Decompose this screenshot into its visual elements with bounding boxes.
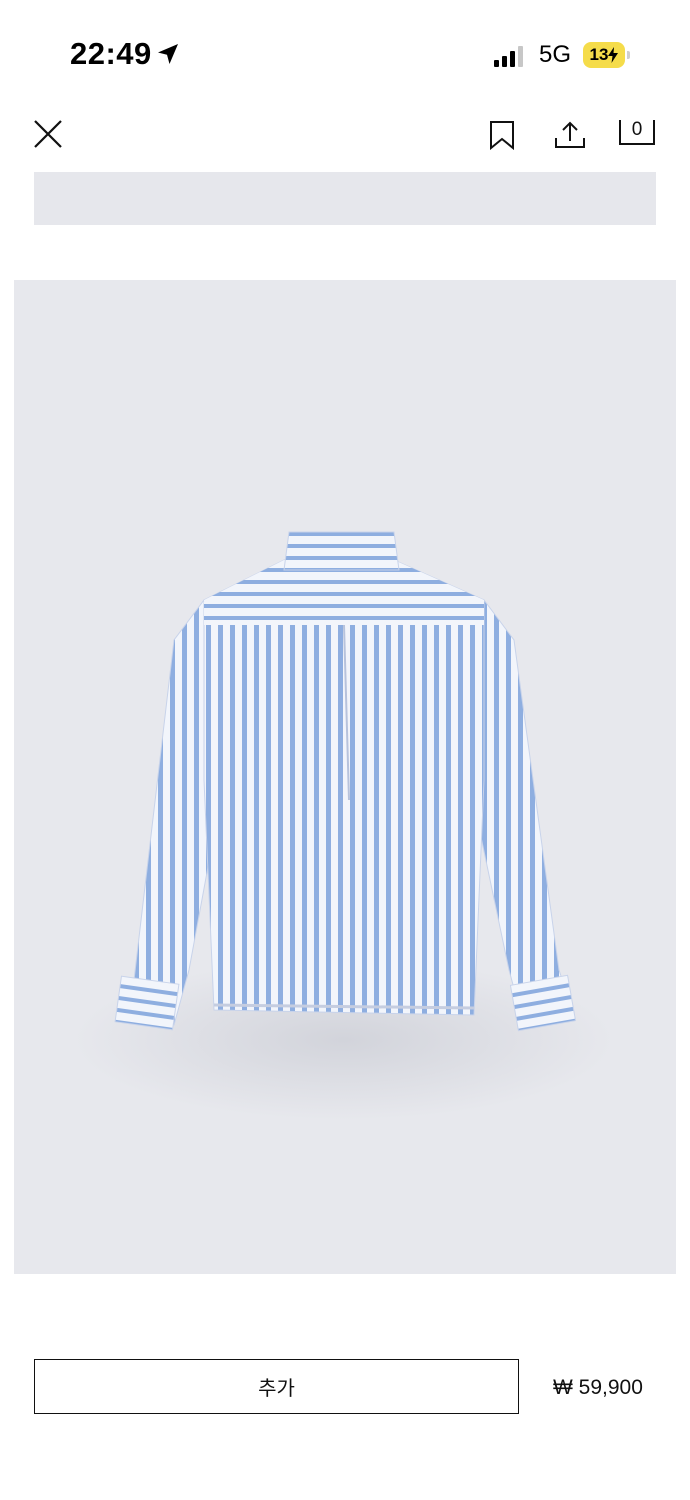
status-bar: 22:49 5G 13 bbox=[0, 0, 690, 100]
charging-bolt-icon bbox=[608, 47, 619, 63]
share-button[interactable] bbox=[552, 118, 588, 152]
status-time: 22:49 bbox=[70, 36, 152, 71]
product-price: ₩ 59,900 bbox=[553, 1376, 643, 1399]
close-button[interactable] bbox=[30, 116, 66, 152]
promo-banner bbox=[34, 172, 656, 225]
bookmark-button[interactable] bbox=[486, 118, 518, 152]
cart-count: 0 bbox=[631, 119, 643, 140]
battery-cap bbox=[627, 51, 630, 59]
close-icon bbox=[34, 120, 62, 148]
add-button-label: 추가 bbox=[258, 1378, 295, 1400]
cellular-signal-icon bbox=[494, 45, 523, 67]
battery-icon: 13 bbox=[583, 42, 625, 68]
striped-shirt-image bbox=[74, 531, 614, 1120]
add-to-cart-button[interactable]: 추가 bbox=[34, 1359, 519, 1414]
share-icon bbox=[555, 121, 585, 148]
product-image[interactable] bbox=[14, 280, 676, 1274]
shopping-bag-button[interactable]: 0 bbox=[618, 118, 658, 148]
battery-level: 13 bbox=[589, 45, 609, 64]
location-arrow-icon bbox=[158, 44, 178, 64]
bookmark-icon bbox=[490, 121, 514, 150]
network-type: 5G bbox=[539, 41, 572, 68]
